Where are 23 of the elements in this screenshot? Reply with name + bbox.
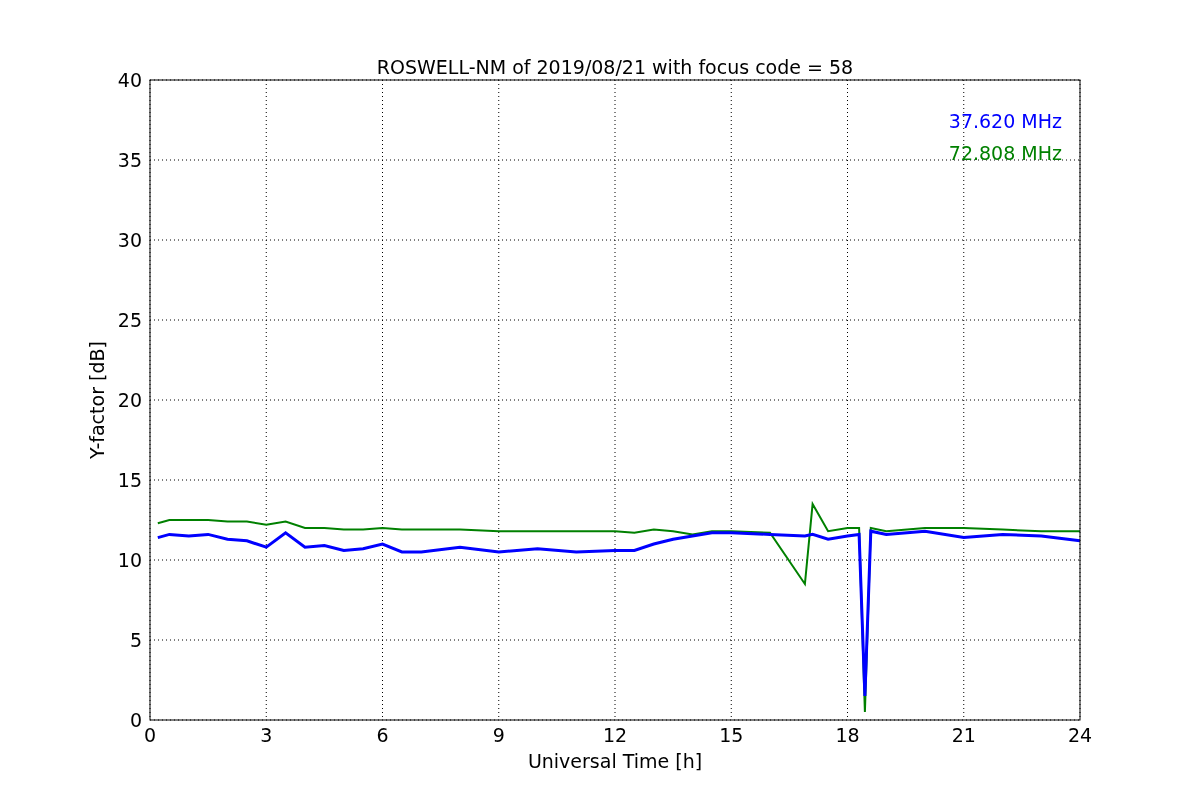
x-tick-label: 12 xyxy=(602,724,628,746)
chart-title: ROSWELL-NM of 2019/08/21 with focus code = 58 xyxy=(376,56,854,78)
x-axis-label: Universal Time [h] xyxy=(527,750,703,772)
x-tick-label: 21 xyxy=(951,724,976,746)
y-axis-label: Y-factor [dB] xyxy=(86,341,108,459)
y-tick-label: 40 xyxy=(117,69,142,91)
x-tick-label: 9 xyxy=(492,724,505,746)
x-tick-label: 6 xyxy=(376,724,389,746)
x-tick-label: 3 xyxy=(260,724,273,746)
y-tick-label: 25 xyxy=(117,309,142,331)
y-tick-label: 20 xyxy=(117,389,142,411)
x-tick-label: 15 xyxy=(719,724,744,746)
x-tick-label: 18 xyxy=(835,724,860,746)
y-tick-label: 15 xyxy=(117,469,142,491)
y-tick-label: 0 xyxy=(129,709,142,731)
y-tick-label: 30 xyxy=(117,229,142,251)
legend-label: 72.808 MHz xyxy=(948,142,1062,164)
legend-label: 37.620 MHz xyxy=(948,110,1062,132)
y-tick-label: 35 xyxy=(117,149,142,171)
y-tick-label: 5 xyxy=(129,629,142,651)
x-tick-label: 24 xyxy=(1067,724,1093,746)
y-tick-label: 10 xyxy=(117,549,142,571)
x-tick-label: 0 xyxy=(143,724,157,746)
